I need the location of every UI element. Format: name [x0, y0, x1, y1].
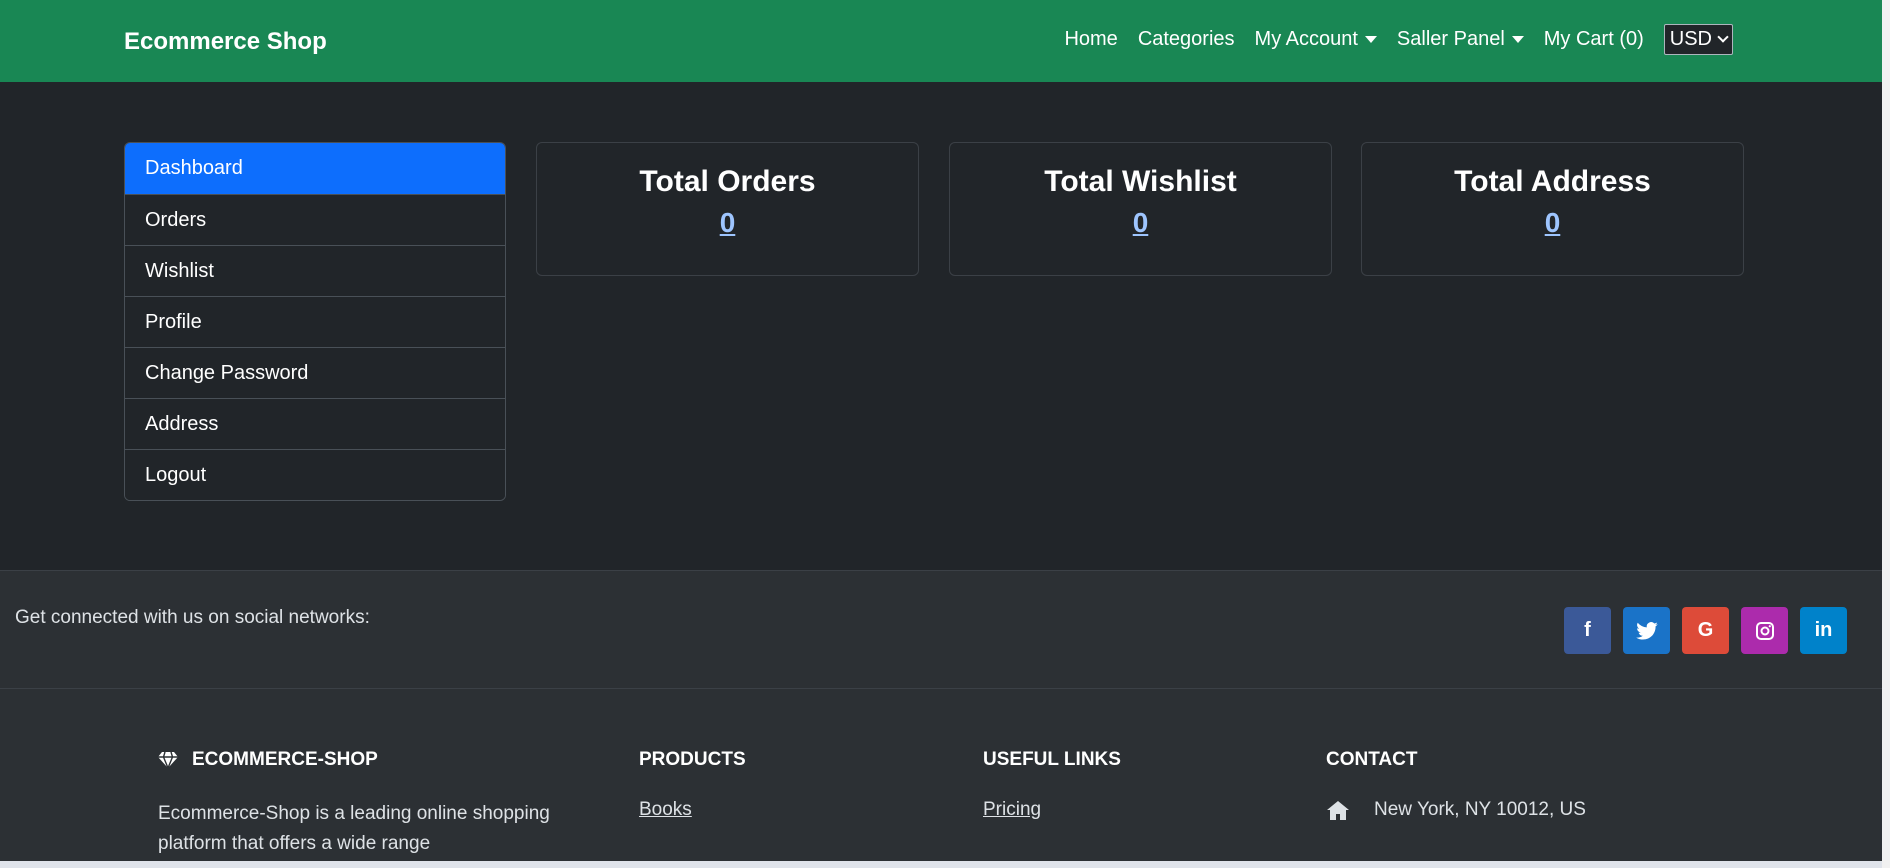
linkedin-icon: in	[1814, 619, 1833, 641]
footer-useful-links-column: USEFUL LINKS Pricing	[983, 749, 1121, 821]
footer-link-books[interactable]: Books	[639, 799, 692, 821]
sidebar-item-logout[interactable]: Logout	[125, 449, 505, 500]
instagram-button[interactable]	[1741, 607, 1788, 654]
total-address-link[interactable]: 0	[1545, 207, 1561, 239]
nav-categories[interactable]: Categories	[1128, 28, 1245, 51]
footer-products-heading: PRODUCTS	[639, 749, 746, 770]
footer-contact-heading: CONTACT	[1326, 749, 1418, 770]
sidebar-item-address[interactable]: Address	[125, 398, 505, 449]
account-sidebar: Dashboard Orders Wishlist Profile Change…	[124, 142, 506, 501]
google-icon: G	[1697, 619, 1714, 641]
total-orders-card: Total Orders 0	[536, 142, 919, 276]
navbar: Ecommerce Shop Home Categories My Accoun…	[0, 0, 1890, 82]
home-icon	[1327, 800, 1349, 820]
footer-brand-column: ECOMMERCE-SHOP Ecommerce-Shop is a leadi…	[158, 749, 568, 859]
currency-select[interactable]: USD	[1663, 24, 1733, 55]
footer-contact-column: CONTACT New York, NY 10012, US	[1326, 749, 1586, 821]
contact-address-text: New York, NY 10012, US	[1374, 799, 1586, 820]
facebook-icon: f	[1584, 619, 1591, 641]
nav-home-label: Home	[1064, 28, 1118, 50]
footer-contact-address: New York, NY 10012, US	[1326, 799, 1586, 821]
google-button[interactable]: G	[1682, 607, 1729, 654]
nav-my-account-dropdown[interactable]: My Account	[1245, 28, 1387, 51]
brand-link[interactable]: Ecommerce Shop	[124, 28, 327, 56]
currency-value: USD	[1669, 28, 1712, 50]
chevron-down-icon	[1717, 31, 1729, 43]
social-bar: Get connected with us on social networks…	[0, 570, 1882, 689]
social-text: Get connected with us on social networks…	[15, 607, 370, 628]
card-title: Total Address	[1454, 165, 1651, 198]
footer-brand-title: ECOMMERCE-SHOP	[192, 749, 378, 770]
total-address-card: Total Address 0	[1361, 142, 1744, 276]
caret-down-icon	[1364, 36, 1377, 43]
twitter-icon	[1635, 621, 1658, 640]
facebook-button[interactable]: f	[1564, 607, 1611, 654]
sidebar-item-wishlist[interactable]: Wishlist	[125, 245, 505, 296]
footer-description: Ecommerce-Shop is a leading online shopp…	[158, 803, 550, 854]
footer-useful-links-heading: USEFUL LINKS	[983, 749, 1121, 770]
sidebar-item-orders[interactable]: Orders	[125, 194, 505, 245]
nav-my-account-label: My Account	[1254, 28, 1358, 50]
footer: ECOMMERCE-SHOP Ecommerce-Shop is a leadi…	[0, 689, 1882, 868]
card-title: Total Wishlist	[1044, 165, 1237, 198]
total-wishlist-card: Total Wishlist 0	[949, 142, 1332, 276]
card-title: Total Orders	[639, 165, 816, 198]
footer-brand-heading: ECOMMERCE-SHOP	[158, 749, 568, 771]
caret-down-icon	[1511, 36, 1524, 43]
vertical-scrollbar[interactable]	[1882, 0, 1890, 868]
total-wishlist-link[interactable]: 0	[1133, 207, 1149, 239]
nav-home[interactable]: Home	[1054, 28, 1127, 51]
footer-link-pricing[interactable]: Pricing	[983, 799, 1041, 821]
footer-products-column: PRODUCTS Books	[639, 749, 746, 821]
social-icons: f G in	[1564, 607, 1847, 654]
nav-my-cart-label: My Cart (0)	[1543, 28, 1644, 50]
nav-my-cart[interactable]: My Cart (0)	[1534, 28, 1654, 51]
horizontal-scrollbar[interactable]	[0, 861, 1890, 868]
nav-menu: Home Categories My Account Saller Panel …	[1054, 24, 1733, 55]
gem-icon	[158, 751, 178, 769]
sidebar-item-change-password[interactable]: Change Password	[125, 347, 505, 398]
sidebar-item-dashboard[interactable]: Dashboard	[125, 143, 505, 194]
instagram-icon	[1755, 621, 1774, 640]
linkedin-button[interactable]: in	[1800, 607, 1847, 654]
twitter-button[interactable]	[1623, 607, 1670, 654]
nav-saller-panel-dropdown[interactable]: Saller Panel	[1387, 28, 1534, 51]
nav-categories-label: Categories	[1137, 28, 1235, 50]
total-orders-link[interactable]: 0	[720, 207, 736, 239]
sidebar-item-profile[interactable]: Profile	[125, 296, 505, 347]
nav-saller-panel-label: Saller Panel	[1396, 28, 1505, 50]
